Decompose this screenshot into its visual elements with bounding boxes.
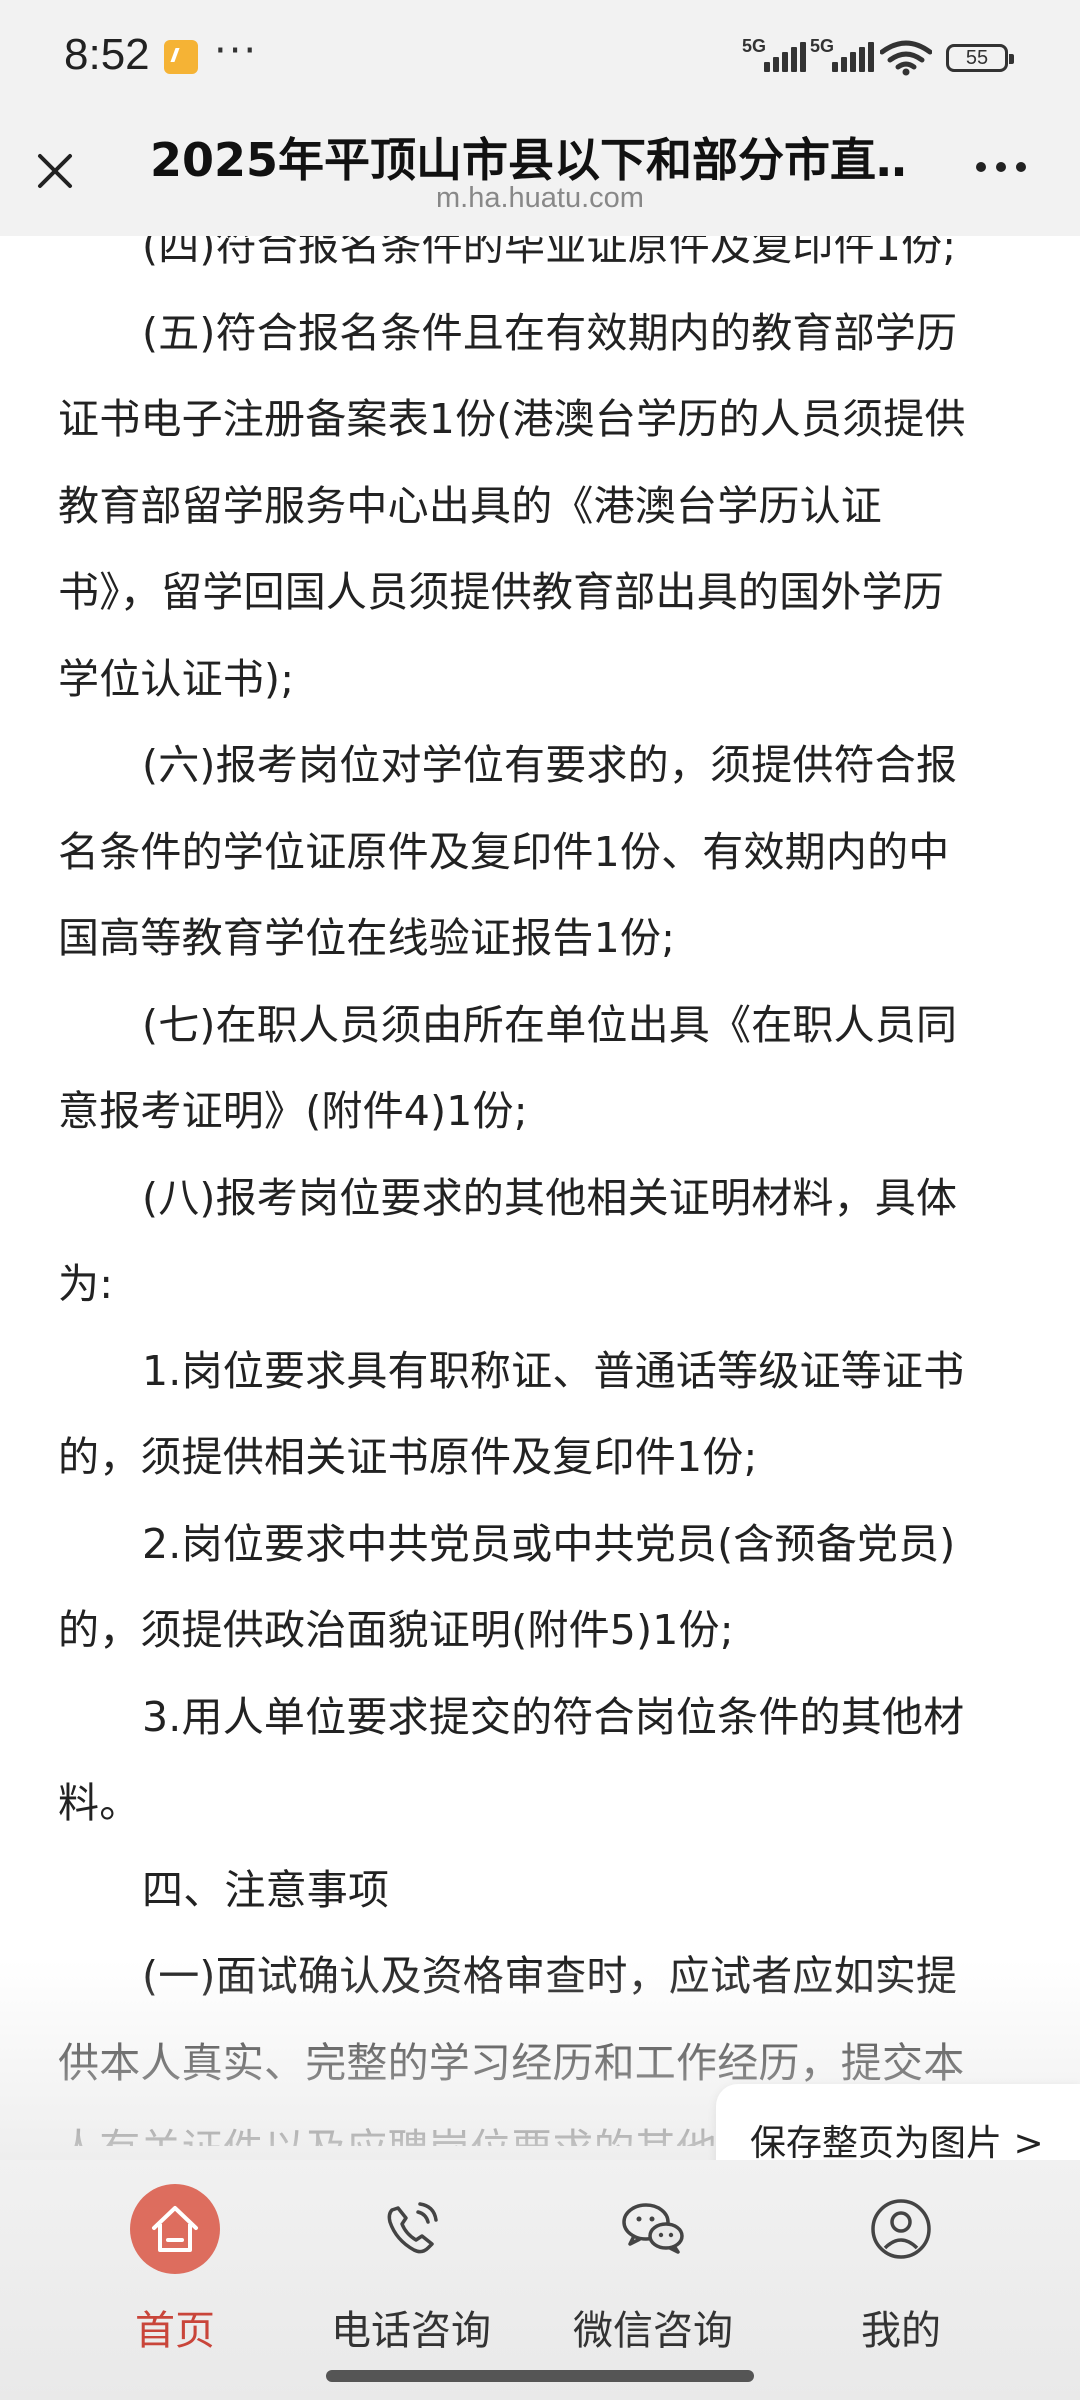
notes-app-icon: [164, 40, 198, 74]
status-time: 8:52: [64, 30, 150, 79]
article-line-text: 为:: [58, 1260, 114, 1308]
article-line: 教育部留学服务中心出具的《港澳台学历认证: [58, 463, 1018, 550]
article-line: 国高等教育学位在线验证报告1份;: [58, 895, 1018, 982]
nav-mine[interactable]: 我的: [766, 2160, 1036, 2360]
article-content: (四)符合报名条件的毕业证原件及复印件1份; (五)符合报名条件且在有效期内的教育…: [0, 236, 1080, 2146]
nav-phone-consult-label: 电话咨询: [331, 2308, 491, 2354]
article-line-text: (六)报考岗位对学位有要求的，须提供符合报: [142, 741, 958, 789]
article-line-text: 意报考证明》(附件4)1份;: [58, 1087, 528, 1135]
article-line: 学位认证书);: [58, 636, 1018, 723]
article-line: (六)报考岗位对学位有要求的，须提供符合报: [58, 722, 1018, 809]
article-line-text: (一)面试确认及资格审查时，应试者应如实提: [142, 1952, 958, 2000]
article-line-text: 书》，留学回国人员须提供教育部出具的国外学历: [58, 568, 944, 616]
article-line-text: 国高等教育学位在线验证报告1份;: [58, 914, 676, 962]
article-line: (五)符合报名条件且在有效期内的教育部学历: [58, 290, 1018, 377]
page-title: 2025年平顶山市县以下和部分市直…: [150, 133, 910, 187]
signal-2-label: 5G: [810, 36, 835, 56]
article-line-text: 2.岗位要求中共党员或中共党员(含预备党员): [142, 1519, 956, 1568]
article-line-text: 人有关证件以及应聘岗位要求的其他: [58, 2125, 717, 2146]
nav-wechat-consult-label: 微信咨询: [573, 2308, 733, 2354]
article-line: 意报考证明》(附件4)1份;: [58, 1068, 1018, 1155]
browser-header: 2025年平顶山市县以下和部分市直… m.ha.huatu.com: [0, 118, 1080, 236]
article-line: 的，须提供政治面貌证明(附件5)1份;: [58, 1587, 1018, 1674]
status-bar: 8:52 ··· 5G 5G 55: [0, 0, 1080, 118]
article-line-text: (七)在职人员须由所在单位出具《在职人员同: [142, 1000, 958, 1049]
article-line-text: 四、注意事项: [142, 1865, 390, 1914]
article-line: (七)在职人员须由所在单位出具《在职人员同: [58, 982, 1018, 1069]
save-page-as-image-label: 保存整页为图片 >: [750, 2123, 1044, 2164]
article-line-text: (五)符合报名条件且在有效期内的教育部学历: [142, 308, 958, 357]
nav-wechat-consult[interactable]: 微信咨询: [518, 2160, 788, 2360]
more-notifications-icon: ···: [214, 28, 259, 74]
user-icon: [871, 2199, 931, 2259]
battery-icon: 55: [946, 44, 1014, 72]
article-line: 1.岗位要求具有职称证、普通话等级证等证书: [58, 1328, 1018, 1415]
article-line: 的，须提供相关证书原件及复印件1份;: [58, 1414, 1018, 1501]
article-line-text: 的，须提供政治面貌证明(附件5)1份;: [58, 1606, 734, 1654]
article-line: 2.岗位要求中共党员或中共党员(含预备党员): [58, 1501, 1018, 1588]
article-line-text: 料。: [58, 1779, 141, 1827]
article-line: 书》，留学回国人员须提供教育部出具的国外学历: [58, 549, 1018, 636]
article-line: 名条件的学位证原件及复印件1份、有效期内的中: [58, 809, 1018, 896]
phone-icon: [387, 2202, 438, 2254]
home-icon: [130, 2184, 220, 2274]
nav-home-label: 首页: [135, 2308, 215, 2354]
article-line-text: 的，须提供相关证书原件及复印件1份;: [58, 1433, 758, 1481]
page-url: m.ha.huatu.com: [436, 182, 644, 214]
article-line: (一)面试确认及资格审查时，应试者应如实提: [58, 1933, 1018, 2020]
wechat-icon: [622, 2203, 684, 2254]
article-line: 为:: [58, 1241, 1018, 1328]
article-line: 证书电子注册备案表1份(港澳台学历的人员须提供: [58, 376, 1018, 463]
article-line: 四、注意事项: [58, 1847, 1018, 1934]
article-line: 3.用人单位要求提交的符合岗位条件的其他材: [58, 1674, 1018, 1761]
article-line-text: 供本人真实、完整的学习经历和工作经历，提交本: [58, 2038, 965, 2087]
gesture-bar[interactable]: [326, 2370, 754, 2382]
article-line-text: 教育部留学服务中心出具的《港澳台学历认证: [58, 481, 882, 530]
article-line-text: 证书电子注册备案表1份(港澳台学历的人员须提供: [58, 395, 966, 443]
article-line-text: (八)报考岗位要求的其他相关证明材料，具体: [142, 1173, 958, 1222]
article-line-text: 3.用人单位要求提交的符合岗位条件的其他材: [142, 1692, 965, 1741]
article-line-text: 1.岗位要求具有职称证、普通话等级证等证书: [142, 1346, 965, 1395]
article-line: (四)符合报名条件的毕业证原件及复印件1份;: [58, 236, 1018, 290]
more-menu-icon[interactable]: [976, 156, 1032, 176]
bottom-nav: 首页 电话咨询 微信咨询 我的: [0, 2160, 1080, 2400]
nav-phone-consult[interactable]: 电话咨询: [276, 2160, 546, 2360]
article-line-text: (四)符合报名条件的毕业证原件及复印件1份;: [142, 236, 957, 270]
wifi-icon: [880, 40, 932, 76]
article-line: (八)报考岗位要求的其他相关证明材料，具体: [58, 1155, 1018, 1242]
nav-home[interactable]: 首页: [40, 2160, 310, 2360]
article-line-text: 学位认证书);: [58, 654, 295, 703]
article-line: 料。: [58, 1760, 1018, 1847]
article-line-text: 名条件的学位证原件及复印件1份、有效期内的中: [58, 827, 950, 876]
signal-1-label: 5G: [742, 36, 767, 56]
nav-mine-label: 我的: [861, 2308, 941, 2354]
